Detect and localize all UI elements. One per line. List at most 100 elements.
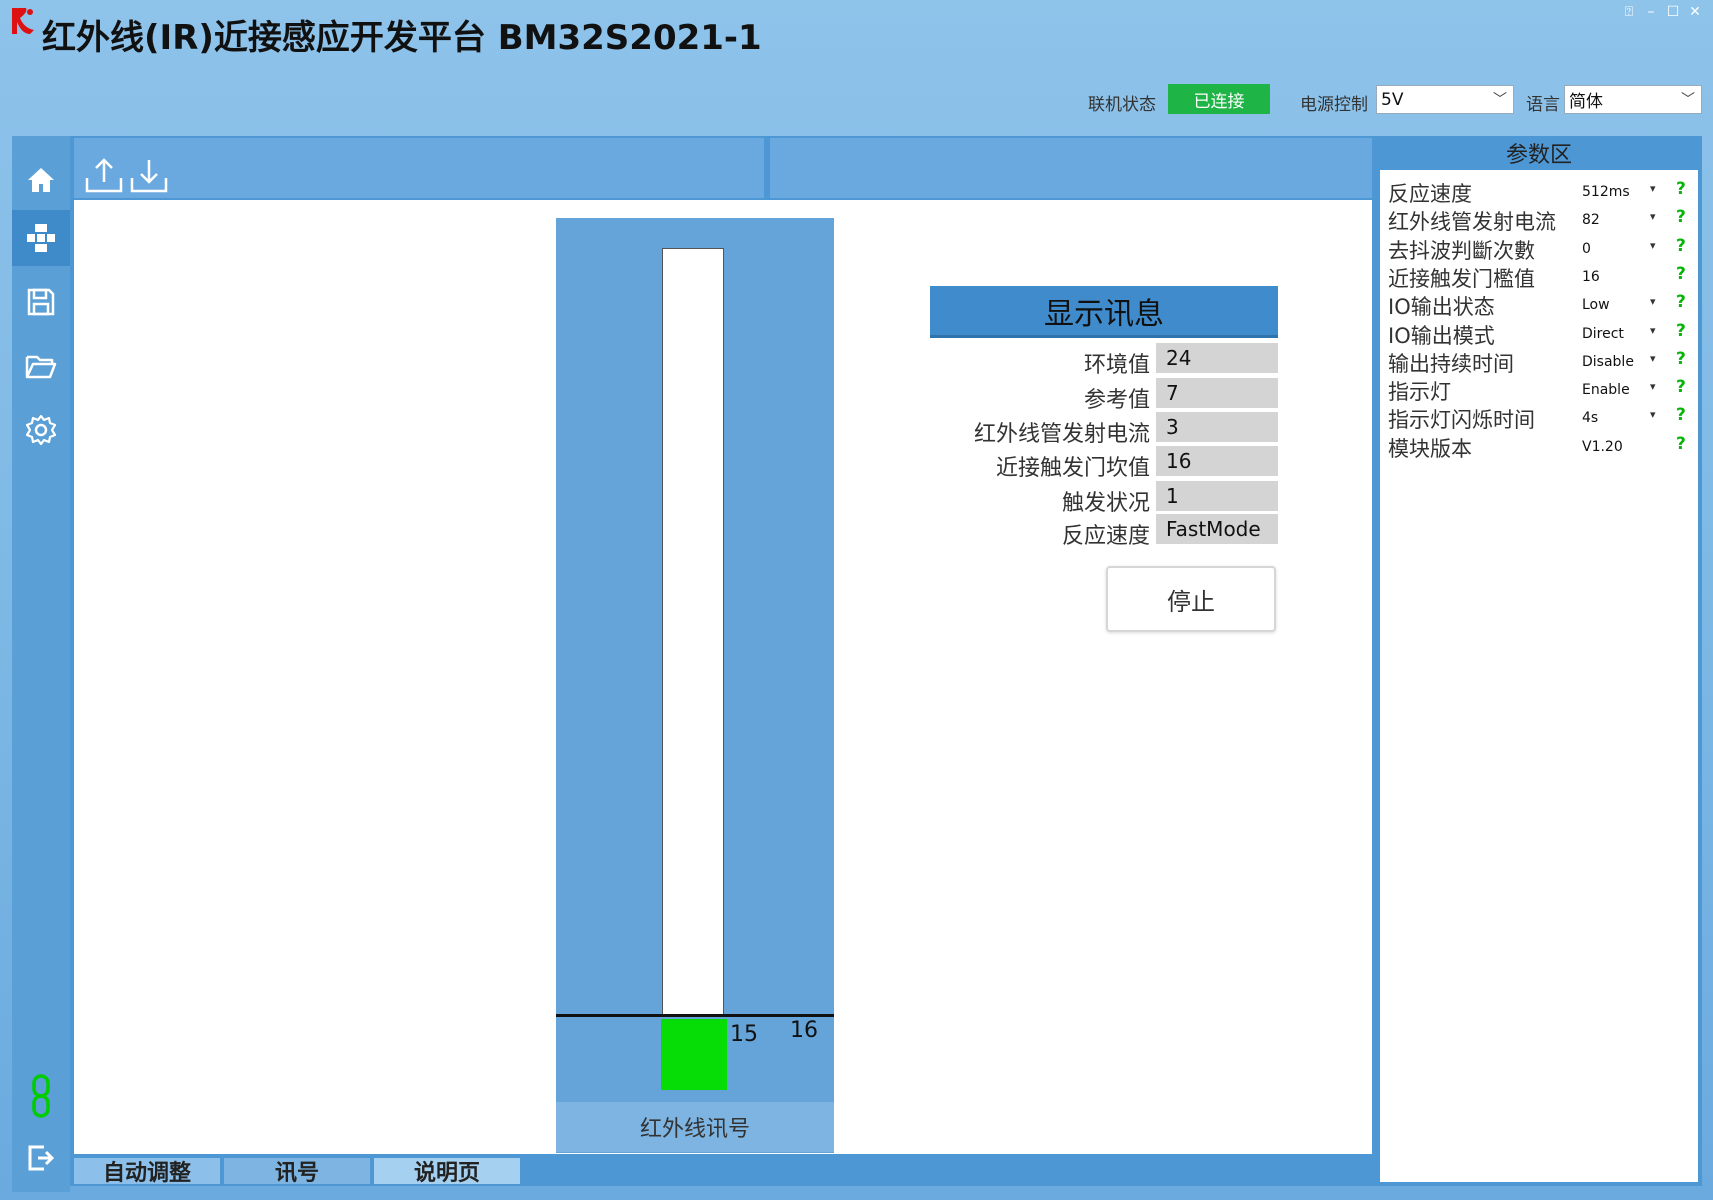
toolbar <box>74 138 764 198</box>
info-label: 触发状况 <box>1061 491 1150 516</box>
tab-help[interactable]: 说明页 <box>374 1158 520 1186</box>
dropdown-arrow-icon[interactable]: ▾ <box>1650 239 1656 252</box>
gauge-fill <box>661 1018 727 1090</box>
param-row: 输出持续时间 Disable ▾? <box>1380 348 1698 376</box>
help-icon[interactable]: ? <box>1676 321 1686 341</box>
nav-settings[interactable] <box>12 402 70 458</box>
connection-status-badge: 已连接 <box>1168 84 1270 114</box>
maximize-icon[interactable]: ☐ <box>1665 4 1681 20</box>
param-value[interactable]: 4s <box>1582 410 1598 426</box>
info-label: 环境值 <box>1083 353 1150 378</box>
param-label: 指示灯 <box>1388 380 1451 405</box>
param-value[interactable]: Disable <box>1582 354 1634 370</box>
dropdown-arrow-icon[interactable]: ▾ <box>1650 182 1656 195</box>
tab-auto-adjust[interactable]: 自动调整 <box>74 1158 220 1186</box>
param-label: IO输出模式 <box>1388 323 1495 348</box>
help-icon[interactable]: ? <box>1676 264 1686 284</box>
dropdown-arrow-icon[interactable]: ▾ <box>1650 324 1656 337</box>
nav-module[interactable] <box>12 210 70 266</box>
info-label: 近接触发门坎值 <box>995 456 1150 481</box>
help-icon[interactable]: ? <box>1676 434 1686 454</box>
info-value: FastMode <box>1156 514 1278 544</box>
info-label: 红外线管发射电流 <box>973 422 1150 447</box>
param-row: 反应速度 512ms ▾? <box>1380 178 1698 206</box>
param-title: 参数区 <box>1505 143 1572 168</box>
info-label: 反应速度 <box>1061 524 1150 549</box>
param-label: 近接触发门檻值 <box>1388 266 1535 291</box>
param-value[interactable]: Low <box>1582 297 1610 313</box>
content-area: 15 16 红外线讯号 显示讯息 停止 环境值 24 参考值 7 红外线管发射电流 3 近接… <box>74 200 1372 1154</box>
save-icon <box>27 288 55 316</box>
gauge-threshold-line <box>556 1014 834 1017</box>
param-value[interactable]: Direct <box>1582 326 1624 342</box>
param-label: 模块版本 <box>1388 436 1472 461</box>
param-value[interactable]: 512ms <box>1582 184 1630 200</box>
param-row: 近接触发门檻值 16? <box>1380 263 1698 291</box>
param-label: 输出持续时间 <box>1388 351 1514 376</box>
upload-icon[interactable] <box>84 156 124 194</box>
help-icon[interactable]: ? <box>1676 292 1686 312</box>
dropdown-arrow-icon[interactable]: ▾ <box>1650 352 1656 365</box>
dropdown-arrow-icon[interactable]: ▾ <box>1650 408 1656 421</box>
help-icon[interactable]: ? <box>1676 179 1686 199</box>
chevron-down-icon: ﹀ <box>1681 92 1695 108</box>
language-label: 语言 <box>1526 95 1560 115</box>
param-value[interactable]: 0 <box>1582 241 1591 257</box>
language-select[interactable]: 简体 ﹀ <box>1564 85 1702 114</box>
param-label: IO输出状态 <box>1388 295 1495 320</box>
help-icon[interactable]: ? <box>1676 207 1686 227</box>
module-icon <box>27 224 55 252</box>
signal-gauge: 15 16 红外线讯号 <box>556 218 834 1153</box>
nav-exit[interactable] <box>12 1130 70 1186</box>
info-value: 1 <box>1156 481 1278 511</box>
power-select-value: 5V <box>1381 89 1404 110</box>
download-icon[interactable] <box>129 156 169 194</box>
param-value[interactable]: 82 <box>1582 212 1600 228</box>
param-label: 去抖波判斷次數 <box>1388 238 1535 263</box>
close-icon[interactable]: ✕ <box>1687 4 1703 20</box>
param-label: 指示灯闪烁时间 <box>1388 408 1535 433</box>
app-logo-icon <box>8 4 38 38</box>
dropdown-arrow-icon[interactable]: ▾ <box>1650 210 1656 223</box>
dropdown-arrow-icon[interactable]: ▾ <box>1650 380 1656 393</box>
dropdown-arrow-icon[interactable]: ▾ <box>1650 295 1656 308</box>
param-list: 反应速度 512ms ▾? 红外线管发射电流 82 ▾? 去抖波判斷次數 0 ▾? 近接触发门檻值… <box>1380 170 1698 1182</box>
connection-label: 联机状态 <box>1088 95 1156 115</box>
left-nav <box>12 136 70 1192</box>
app-title: 红外线(IR)近接感应开发平台 BM32S2021-1 <box>42 18 762 58</box>
param-row: IO输出状态 Low ▾? <box>1380 291 1698 319</box>
param-row: IO输出模式 Direct ▾? <box>1380 320 1698 348</box>
param-row: 指示灯闪烁时间 4s ▾? <box>1380 404 1698 432</box>
nav-home[interactable] <box>12 152 70 208</box>
home-icon <box>28 168 54 192</box>
help-icon[interactable]: ? <box>1676 236 1686 256</box>
minimize-icon[interactable]: – <box>1643 4 1659 20</box>
gauge-threshold-value: 16 <box>790 1018 818 1043</box>
help-icon[interactable]: ? <box>1676 377 1686 397</box>
param-row: 模块版本 V1.20? <box>1380 433 1698 461</box>
help-icon[interactable]: ? <box>1676 405 1686 425</box>
help-icon[interactable]: ? <box>1676 349 1686 369</box>
connection-link[interactable] <box>12 1068 70 1124</box>
window-controls: ⍰ – ☐ ✕ <box>1621 4 1703 20</box>
folder-open-icon <box>25 355 57 379</box>
info-label: 参考值 <box>1083 388 1150 413</box>
info-header: 显示讯息 <box>930 286 1278 338</box>
tab-signal[interactable]: 讯号 <box>224 1158 370 1186</box>
help-icon[interactable]: ⍰ <box>1621 4 1637 20</box>
toolbar-secondary <box>770 138 1372 198</box>
stop-button[interactable]: 停止 <box>1106 566 1276 632</box>
gauge-current-value: 15 <box>730 1022 758 1047</box>
link-icon <box>32 1074 50 1118</box>
param-row: 指示灯 Enable ▾? <box>1380 376 1698 404</box>
param-label: 红外线管发射电流 <box>1388 210 1556 235</box>
param-value: V1.20 <box>1582 438 1623 455</box>
power-select[interactable]: 5V ﹀ <box>1376 85 1514 114</box>
exit-icon <box>28 1145 55 1171</box>
param-value[interactable]: Enable <box>1582 382 1630 398</box>
nav-open[interactable] <box>12 338 70 394</box>
param-value: 16 <box>1582 268 1600 285</box>
nav-save[interactable] <box>12 274 70 330</box>
info-value: 16 <box>1156 446 1278 476</box>
param-label: 反应速度 <box>1388 182 1472 206</box>
